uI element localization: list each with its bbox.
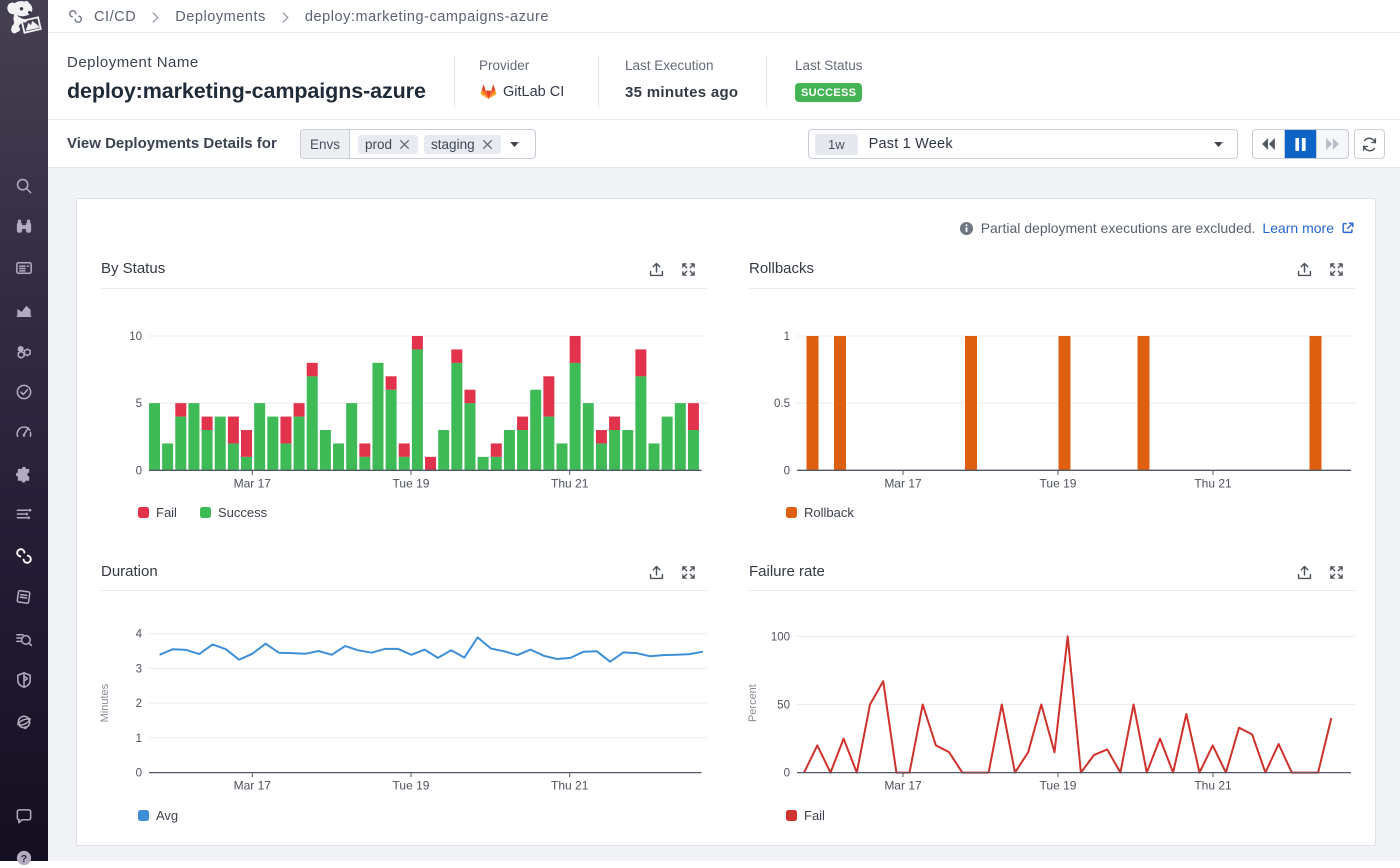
svg-text:Minutes: Minutes (99, 683, 111, 722)
svg-text:?: ? (21, 854, 27, 865)
svg-text:0: 0 (136, 768, 142, 780)
svg-text:0: 0 (784, 465, 790, 477)
svg-text:Tue 19: Tue 19 (393, 476, 430, 490)
svg-text:3: 3 (136, 663, 142, 675)
svg-text:0: 0 (784, 768, 790, 780)
svg-text:2: 2 (136, 698, 142, 710)
svg-text:Mar 17: Mar 17 (884, 476, 922, 490)
svg-text:5: 5 (136, 398, 142, 410)
svg-text:Thu 21: Thu 21 (1194, 476, 1232, 490)
svg-text:10: 10 (129, 331, 142, 343)
svg-text:Percent: Percent (747, 684, 759, 722)
svg-text:1: 1 (136, 733, 142, 745)
svg-text:0: 0 (136, 465, 142, 477)
svg-text:Mar 17: Mar 17 (884, 779, 922, 793)
svg-text:50: 50 (777, 700, 790, 712)
svg-text:Mar 17: Mar 17 (234, 779, 272, 793)
svg-text:Tue 19: Tue 19 (1040, 476, 1077, 490)
svg-text:Thu 21: Thu 21 (551, 779, 589, 793)
svg-text:Thu 21: Thu 21 (551, 476, 589, 490)
svg-text:Tue 19: Tue 19 (393, 779, 430, 793)
svg-text:Mar 17: Mar 17 (234, 476, 272, 490)
svg-text:Tue 19: Tue 19 (1040, 779, 1077, 793)
svg-text:100: 100 (771, 631, 790, 643)
svg-text:1: 1 (784, 331, 790, 343)
svg-text:4: 4 (136, 629, 143, 641)
svg-text:Thu 21: Thu 21 (1194, 779, 1232, 793)
svg-text:0.5: 0.5 (774, 398, 790, 410)
